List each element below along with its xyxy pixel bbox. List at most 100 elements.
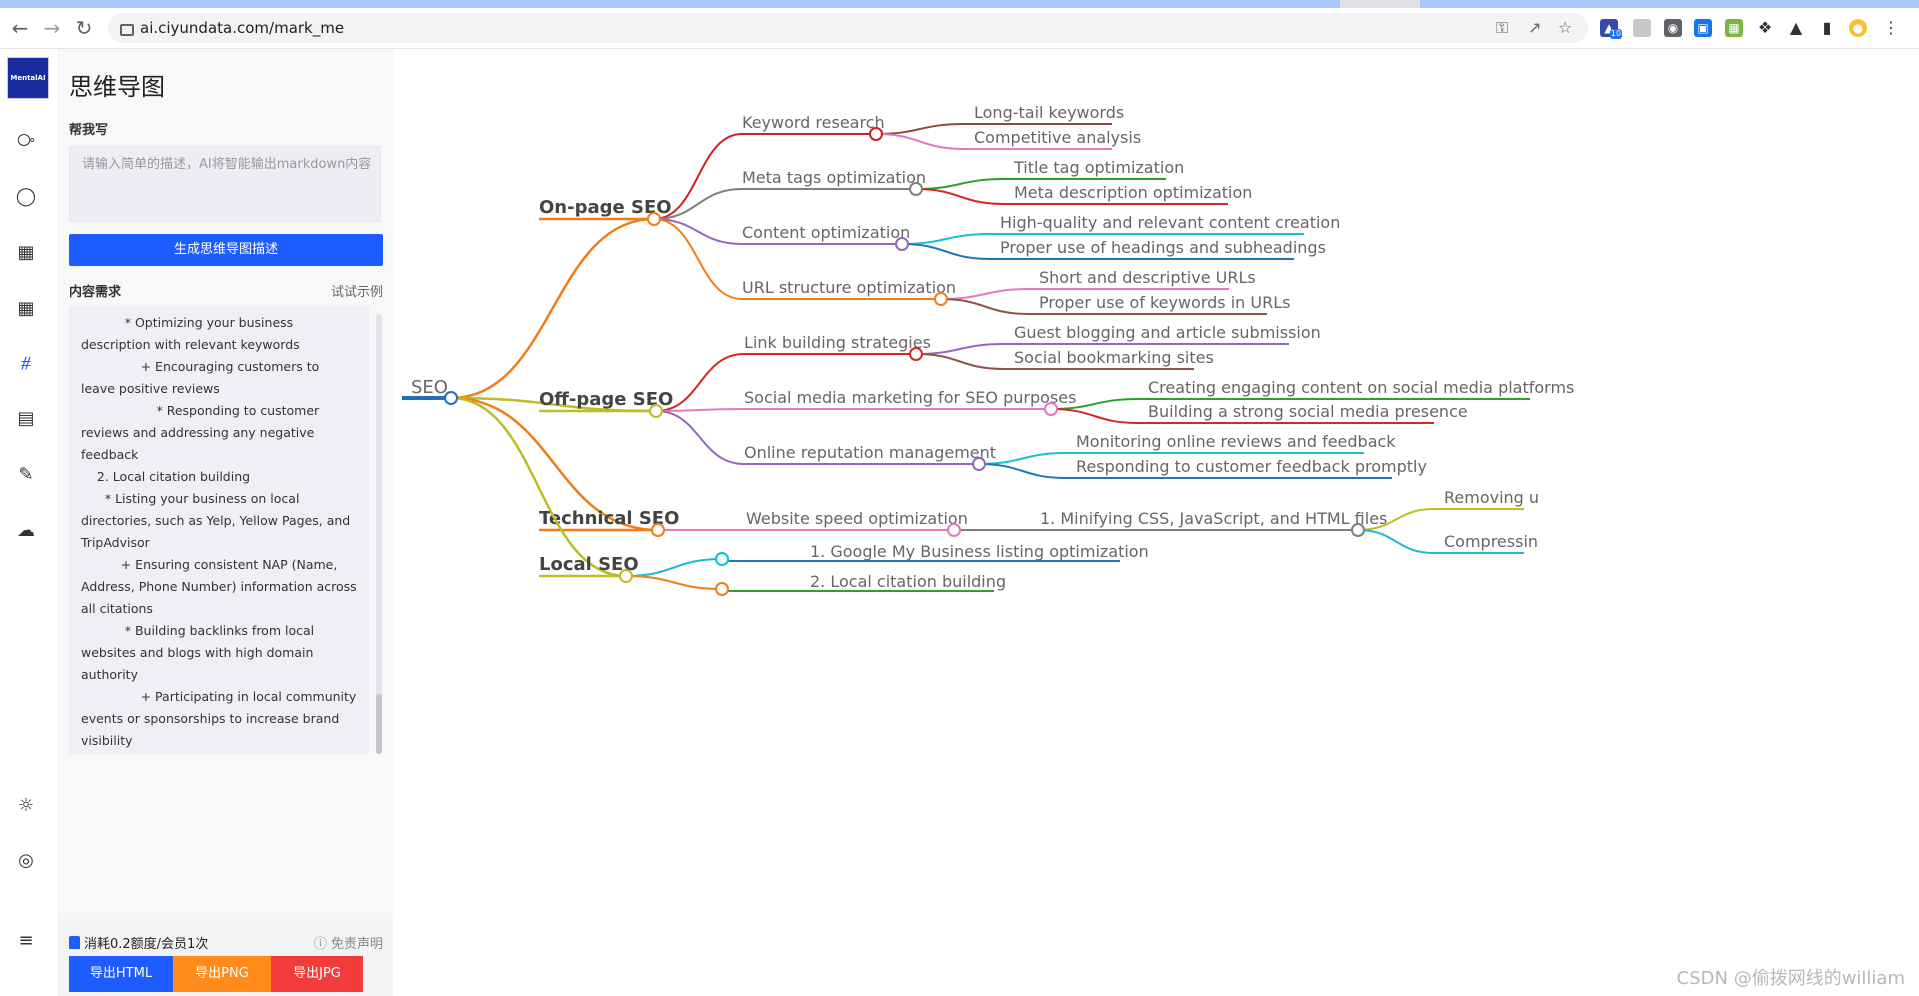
grandchild-node[interactable]	[1351, 523, 1365, 537]
side-panel: 思维导图 帮我写 请输入简单的描述，AI将智能输出markdown内容 生成思维…	[59, 49, 393, 996]
child-node[interactable]	[895, 237, 909, 251]
forward-icon[interactable]: →	[38, 8, 66, 48]
icon-rail: MentalAI ⧂ ◯ ▦ ▦ ⧣ ▤ ✎ ☁ ☼ ◎ ≡	[0, 49, 59, 996]
grandchild-connector	[915, 353, 1005, 370]
flask-icon[interactable]: ▲	[1787, 19, 1805, 37]
leaf-connector	[1357, 529, 1435, 554]
grandchild-connector	[940, 298, 1030, 315]
child-label: Online reputation management	[744, 443, 996, 462]
grandchild-label: Guest blogging and article submission	[1014, 323, 1321, 342]
page-title: 思维导图	[69, 73, 165, 101]
tab-strip	[0, 0, 1919, 8]
image-icon[interactable]: ▦	[1725, 19, 1743, 37]
mindmap-icon[interactable]: ⧣	[14, 351, 38, 375]
branch-node[interactable]	[649, 404, 663, 418]
child-connector	[655, 410, 745, 465]
chat-icon[interactable]: ◯	[14, 185, 38, 209]
active-tab-indicator[interactable]	[0, 0, 1340, 8]
branch-connector	[450, 396, 627, 578]
export-jpg-button[interactable]: 导出JPG	[271, 956, 363, 992]
menu-icon[interactable]: ⋮	[1882, 19, 1900, 37]
grandchild-label: Proper use of keywords in URLs	[1039, 293, 1290, 312]
extension-icon[interactable]	[1633, 19, 1651, 37]
share-icon[interactable]: ↗	[1528, 18, 1541, 37]
child-label: Link building strategies	[744, 333, 931, 352]
grandchild-connector	[915, 188, 1005, 205]
try-example-link[interactable]: 试试示例	[331, 281, 383, 300]
content-text[interactable]: * Optimizing your business description w…	[69, 306, 369, 754]
grandchild-label: Meta description optimization	[1014, 183, 1252, 202]
grandchild-label: Responding to customer feedback promptly	[1076, 457, 1427, 476]
lock-icon[interactable]	[120, 24, 134, 36]
back-icon[interactable]: ←	[6, 8, 34, 48]
puzzle-icon[interactable]: ❖	[1756, 19, 1774, 37]
tab-indicator[interactable]	[1420, 0, 1919, 8]
url-text[interactable]: ai.ciyundata.com/mark_me	[140, 16, 344, 40]
key-icon[interactable]: ⚿	[1496, 18, 1508, 38]
grandchild-label: 1. Minifying CSS, JavaScript, and HTML f…	[1040, 509, 1387, 528]
grandchild-label: Competitive analysis	[974, 128, 1141, 147]
disclaimer-link[interactable]: ⓘ 免责声明	[314, 933, 383, 952]
root-node[interactable]	[444, 391, 458, 405]
chart-icon[interactable]: ☁	[14, 519, 38, 543]
grandchild-label: Proper use of headings and subheadings	[1000, 238, 1326, 257]
child-label: Meta tags optimization	[742, 168, 926, 187]
pen-icon[interactable]: ✎	[14, 463, 38, 487]
child-node[interactable]	[909, 182, 923, 196]
child-connector	[625, 558, 723, 577]
coin-icon	[69, 936, 80, 949]
leaf-label: Removing u	[1444, 488, 1539, 507]
info-icon: ⓘ	[313, 937, 331, 952]
child-label: Social media marketing for SEO purposes	[744, 388, 1076, 407]
content-editor[interactable]: * Optimizing your business description w…	[69, 306, 369, 754]
child-node[interactable]	[947, 523, 961, 537]
avatar[interactable]: ●	[1849, 19, 1867, 37]
child-node[interactable]	[972, 457, 986, 471]
scrollbar[interactable]	[376, 314, 382, 754]
child-node[interactable]	[869, 127, 883, 141]
branch-node[interactable]	[647, 212, 661, 226]
cost-info: 消耗0.2额度/会员1次	[69, 933, 208, 952]
child-node[interactable]	[934, 292, 948, 306]
branch-node[interactable]	[619, 569, 633, 583]
root-label: SEO	[411, 377, 448, 398]
child-label: URL structure optimization	[742, 278, 956, 297]
child-node[interactable]	[715, 582, 729, 596]
mindmap-canvas[interactable]: SEOOn-page SEOKeyword researchLong-tail …	[394, 49, 1919, 996]
cube-icon[interactable]: ⧂	[14, 129, 38, 153]
image-icon[interactable]: ▦	[14, 241, 38, 265]
child-node[interactable]	[909, 347, 923, 361]
grandchild-connector	[901, 233, 991, 245]
child-label: 2. Local citation building	[810, 572, 1006, 591]
app-logo[interactable]: MentalAI	[7, 57, 49, 99]
child-node[interactable]	[715, 552, 729, 566]
grandchild-label: Short and descriptive URLs	[1039, 268, 1256, 287]
grandchild-label: Monitoring online reviews and feedback	[1076, 432, 1396, 451]
cost-text: 消耗0.2额度/会员1次	[84, 937, 209, 952]
grandchild-label: Title tag optimization	[1013, 158, 1184, 177]
grandchild-connector	[915, 178, 1005, 190]
document-icon[interactable]: ▤	[14, 407, 38, 431]
export-png-button[interactable]: 导出PNG	[173, 956, 271, 992]
collapse-menu-icon[interactable]: ≡	[14, 929, 38, 953]
child-label: Keyword research	[742, 113, 885, 132]
scrollbar-thumb[interactable]	[376, 694, 382, 754]
disclaimer-text[interactable]: 免责声明	[331, 937, 383, 952]
branch-node[interactable]	[651, 523, 665, 537]
grandchild-connector	[978, 463, 1067, 479]
grandchild-label: Creating engaging content on social medi…	[1148, 378, 1574, 397]
prompt-input[interactable]: 请输入简单的描述，AI将智能输出markdown内容	[69, 146, 381, 222]
help-write-label: 帮我写	[69, 123, 109, 138]
star-icon[interactable]: ☆	[1558, 18, 1572, 37]
shield-icon[interactable]: ◉	[1664, 19, 1682, 37]
reload-icon[interactable]: ↻	[70, 8, 98, 48]
child-node[interactable]	[1044, 402, 1058, 416]
grid-icon[interactable]: ▦	[14, 297, 38, 321]
sun-icon[interactable]: ☼	[14, 794, 38, 818]
extension-icon[interactable]: ▣	[1694, 19, 1712, 37]
generate-button[interactable]: 生成思维导图描述	[69, 234, 383, 266]
panel-footer: 消耗0.2额度/会员1次 ⓘ 免责声明 导出HTML 导出PNG 导出JPG	[59, 919, 393, 996]
export-html-button[interactable]: 导出HTML	[69, 956, 173, 992]
settings-icon[interactable]: ◎	[14, 849, 38, 873]
sidebar-icon[interactable]: ▮	[1818, 19, 1836, 37]
